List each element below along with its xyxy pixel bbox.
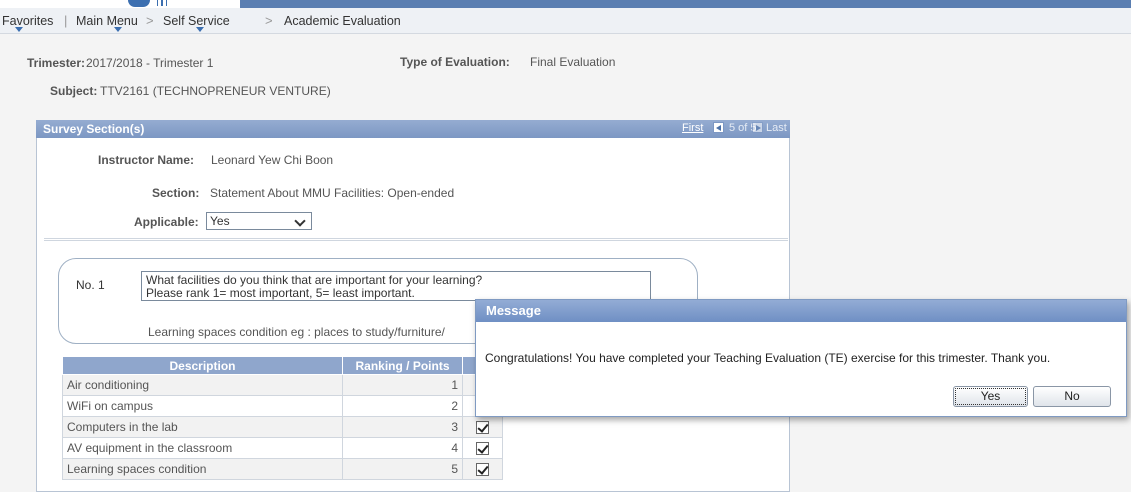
survey-section-title: Survey Section(s) [43, 122, 145, 136]
subject-label: Subject: [50, 84, 98, 98]
row-rank: 1 [342, 374, 463, 396]
self-service-dropdown-icon[interactable] [196, 27, 204, 32]
table-row: AV equipment in the classroom 4 [62, 437, 503, 459]
row-checkbox-cell [462, 437, 503, 459]
row-rank: 4 [342, 437, 463, 459]
nav-academic-evaluation[interactable]: Academic Evaluation [284, 14, 401, 28]
logo-icon [128, 0, 150, 7]
checkbox-checked-icon[interactable] [476, 442, 489, 456]
section-value: Statement About MMU Facilities: Open-end… [210, 186, 455, 200]
table-row: Learning spaces condition 5 [62, 458, 503, 480]
question-answer-summary: Learning spaces condition eg : places to… [148, 325, 445, 339]
row-checkbox-cell [462, 416, 503, 438]
row-description: Learning spaces condition [62, 458, 343, 480]
table-row: Computers in the lab 3 [62, 416, 503, 438]
row-rank: 2 [342, 395, 463, 417]
logo-bars-icon [157, 0, 167, 6]
question-number: No. 1 [76, 278, 105, 292]
dialog-title[interactable]: Message [476, 300, 1126, 322]
row-description: WiFi on campus [62, 395, 343, 417]
nav-main-menu[interactable]: Main Menu [76, 14, 138, 28]
pager-last-link: Last [766, 122, 787, 134]
main-menu-dropdown-icon[interactable] [114, 27, 122, 32]
navigation-bar: Favorites | Main Menu > Self Service > A… [0, 8, 1131, 34]
trimester-label: Trimester: [27, 56, 86, 70]
yes-button[interactable]: Yes [953, 386, 1028, 407]
ranking-table: Description Ranking / Points Air conditi… [62, 356, 503, 480]
section-divider [44, 238, 788, 241]
column-header-ranking: Ranking / Points [342, 356, 463, 375]
nav-divider: | [64, 13, 68, 28]
table-row: Air conditioning 1 [62, 374, 503, 396]
instructor-label: Instructor Name: [98, 153, 195, 167]
nav-favorites[interactable]: Favorites [2, 14, 53, 28]
dialog-message: Congratulations! You have completed your… [485, 351, 1051, 365]
instructor-value: Leonard Yew Chi Boon [211, 153, 334, 167]
pager-previous-icon[interactable] [713, 122, 724, 133]
row-description: AV equipment in the classroom [62, 437, 343, 459]
no-button[interactable]: No [1033, 386, 1111, 407]
pager-next-icon [752, 122, 763, 133]
breadcrumb-separator: > [265, 13, 273, 28]
message-dialog: Message Congratulations! You have comple… [475, 299, 1127, 417]
row-rank: 3 [342, 416, 463, 438]
applicable-label: Applicable: [134, 215, 199, 229]
nav-self-service[interactable]: Self Service [163, 14, 230, 28]
survey-section-header [36, 120, 790, 138]
subject-value: TTV2161 (TECHNOPRENEUR VENTURE) [100, 84, 331, 98]
row-checkbox-cell [462, 458, 503, 480]
row-description: Computers in the lab [62, 416, 343, 438]
table-row: WiFi on campus 2 [62, 395, 503, 417]
trimester-value: 2017/2018 - Trimester 1 [86, 56, 214, 70]
breadcrumb-separator: > [146, 13, 154, 28]
evaluation-type-value: Final Evaluation [530, 55, 616, 69]
row-description: Air conditioning [62, 374, 343, 396]
section-label: Section: [152, 186, 200, 200]
banner-logo-area [0, 0, 240, 8]
question-text: What facilities do you think that are im… [141, 271, 651, 301]
evaluation-type-label: Type of Evaluation: [400, 55, 510, 69]
favorites-dropdown-icon[interactable] [15, 27, 23, 32]
row-rank: 5 [342, 458, 463, 480]
pager-first-link[interactable]: First [682, 122, 703, 134]
checkbox-checked-icon[interactable] [476, 421, 489, 435]
column-header-description: Description [62, 356, 343, 375]
checkbox-checked-icon[interactable] [476, 463, 489, 477]
